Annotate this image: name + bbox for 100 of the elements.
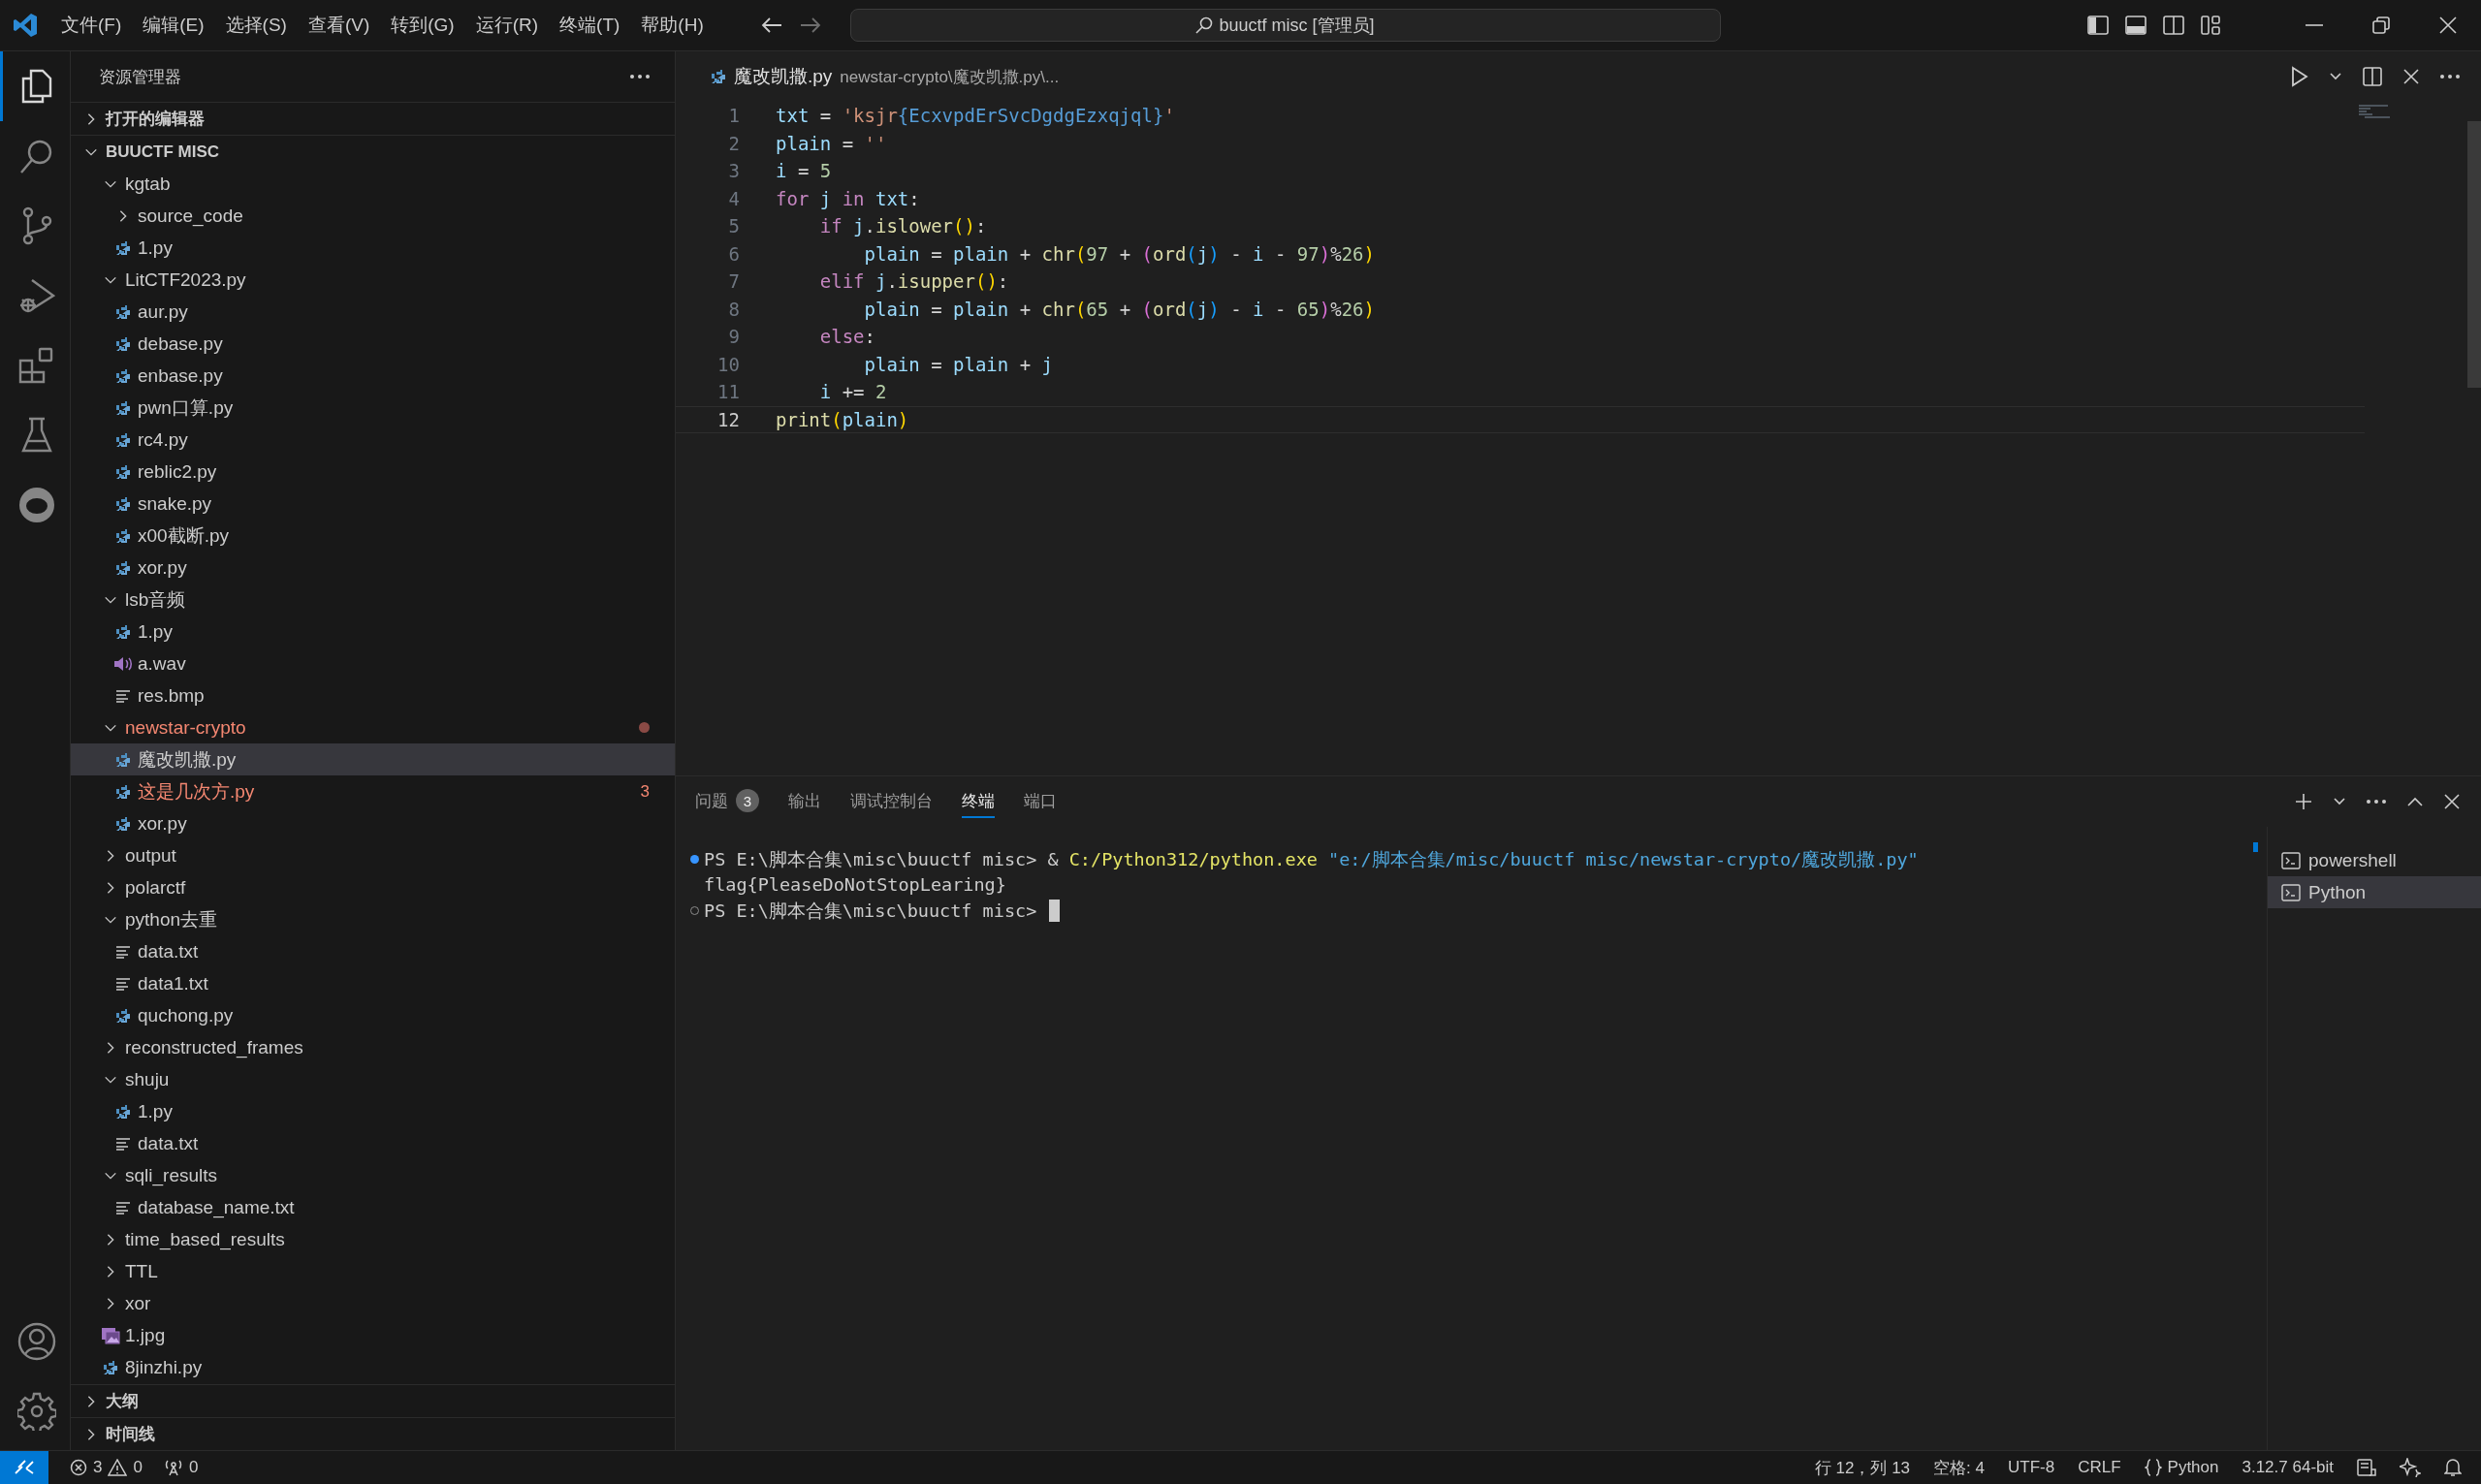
menu-item[interactable]: 运行(R) [475, 13, 539, 38]
folder-item[interactable]: time_based_results [71, 1223, 675, 1255]
menu-item[interactable]: 选择(S) [225, 13, 287, 38]
split-editor-icon[interactable] [2363, 67, 2382, 86]
file-item[interactable]: data1.txt [71, 967, 675, 999]
section-header[interactable]: 打开的编辑器 [71, 102, 675, 135]
menu-item[interactable]: 查看(V) [307, 13, 370, 38]
close-icon[interactable] [2403, 69, 2419, 84]
file-item[interactable]: xor.py [71, 552, 675, 584]
section-header[interactable]: 大纲 [71, 1384, 675, 1417]
split-layout-icon[interactable] [2163, 16, 2184, 35]
extensions-icon[interactable] [17, 347, 55, 384]
chevron-up-icon[interactable] [2407, 797, 2423, 806]
terminal-item[interactable]: Python [2268, 876, 2481, 908]
menu-item[interactable]: 文件(F) [61, 13, 122, 38]
more-icon[interactable] [2367, 800, 2386, 804]
panel-tab[interactable]: 输出 [788, 785, 821, 818]
file-item[interactable]: a.wav [71, 647, 675, 679]
file-item[interactable]: x00截断.py [71, 520, 675, 552]
file-item[interactable]: snake.py [71, 488, 675, 520]
menu-item[interactable]: 终端(T) [559, 13, 620, 38]
status-item[interactable]: 空格: 4 [1933, 1456, 1985, 1479]
panel-layout-icon[interactable] [2125, 16, 2147, 35]
status-item[interactable]: CRLF [2078, 1458, 2121, 1477]
run-debug-icon[interactable] [17, 276, 55, 315]
folder-item[interactable]: sqli_results [71, 1159, 675, 1191]
file-item[interactable]: quchong.py [71, 999, 675, 1031]
command-center-search[interactable]: buuctf misc [管理员] [849, 9, 1721, 42]
file-item[interactable]: data.txt [71, 935, 675, 967]
caret-icon[interactable] [2334, 798, 2345, 805]
back-arrow-icon[interactable] [760, 16, 782, 34]
file-item[interactable]: 8jinzhi.py [71, 1351, 675, 1383]
panel-tab[interactable]: 调试控制台 [850, 785, 933, 818]
custom-layout-icon[interactable] [2201, 16, 2220, 35]
plus-icon[interactable] [2295, 793, 2312, 810]
folder-item[interactable]: xor [71, 1287, 675, 1319]
account-icon[interactable] [16, 1322, 56, 1361]
status-item[interactable]: UTF-8 [2007, 1458, 2055, 1477]
file-path[interactable]: newstar-crypto\魔改凯撒.py\... [840, 65, 1060, 88]
folder-item[interactable]: newstar-crypto [71, 711, 675, 743]
remote-button[interactable] [0, 1451, 48, 1484]
sidebar-layout-icon[interactable] [2087, 16, 2109, 35]
file-item[interactable]: rc4.py [71, 424, 675, 456]
file-item[interactable]: aur.py [71, 296, 675, 328]
section-header[interactable]: BUUCTF MISC [71, 135, 675, 168]
forward-arrow-icon[interactable] [799, 16, 821, 34]
restore-icon[interactable] [2372, 16, 2390, 34]
close-icon[interactable] [2444, 794, 2460, 809]
status-item[interactable]: 行 12，列 13 [1814, 1456, 1911, 1479]
section-header[interactable]: 时间线 [71, 1417, 675, 1450]
file-item[interactable]: enbase.py [71, 360, 675, 392]
folder-item[interactable]: source_code [71, 200, 675, 232]
file-item[interactable]: reblic2.py [71, 456, 675, 488]
panel-tab[interactable]: 终端 [962, 785, 995, 818]
more-icon[interactable] [2440, 75, 2460, 79]
file-item[interactable]: database_name.txt [71, 1191, 675, 1223]
folder-item[interactable]: python去重 [71, 903, 675, 935]
folder-item[interactable]: LitCTF2023.py [71, 264, 675, 296]
folder-item[interactable]: output [71, 839, 675, 871]
minimize-icon[interactable] [2306, 23, 2323, 27]
file-item[interactable]: 1.py [71, 1095, 675, 1127]
folder-item[interactable]: kgtab [71, 168, 675, 200]
settings-icon[interactable] [16, 1392, 56, 1431]
menu-item[interactable]: 转到(G) [391, 13, 455, 38]
sparkle-icon[interactable] [2400, 1458, 2421, 1477]
panel-tab[interactable]: 问题 3 [695, 785, 759, 818]
ports-status[interactable]: 0 [163, 1458, 199, 1477]
folder-item[interactable]: lsb音频 [71, 584, 675, 616]
close-icon[interactable] [2439, 16, 2457, 34]
file-item[interactable]: 魔改凯撒.py [71, 743, 675, 775]
file-item[interactable]: pwn口算.py [71, 392, 675, 424]
file-item[interactable]: data.txt [71, 1127, 675, 1159]
bell-icon[interactable] [2444, 1458, 2462, 1477]
search-icon[interactable] [18, 138, 54, 174]
layout-icon[interactable] [2357, 1458, 2376, 1477]
more-icon[interactable] [630, 75, 650, 79]
file-item[interactable]: 1.jpg [71, 1319, 675, 1351]
round-logo-icon[interactable] [17, 487, 55, 523]
folder-item[interactable]: reconstructed_frames [71, 1031, 675, 1063]
file-item[interactable]: 1.py [71, 232, 675, 264]
menu-item[interactable]: 编辑(E) [143, 13, 205, 38]
file-item[interactable]: xor.py [71, 807, 675, 839]
file-item[interactable]: 这是几次方.py 3 [71, 775, 675, 807]
scrollbar[interactable] [2467, 121, 2481, 388]
editor-file-name[interactable]: 魔改凯撒.py [734, 64, 833, 89]
folder-item[interactable]: TTL [71, 1255, 675, 1287]
file-item[interactable]: debase.py [71, 328, 675, 360]
terminal-item[interactable]: powershell [2268, 844, 2481, 876]
problems-status[interactable]: 3 0 [70, 1458, 143, 1477]
folder-item[interactable]: shuju [71, 1063, 675, 1095]
file-item[interactable]: 1.py [71, 616, 675, 647]
panel-tab[interactable]: 端口 [1024, 785, 1057, 818]
file-item[interactable]: res.bmp [71, 679, 675, 711]
flask-icon[interactable] [20, 417, 52, 454]
folder-item[interactable]: polarctf [71, 871, 675, 903]
status-item[interactable]: Python [2144, 1458, 2219, 1477]
caret-icon[interactable] [2330, 73, 2341, 80]
run-icon[interactable] [2291, 66, 2308, 87]
status-item[interactable]: 3.12.7 64-bit [2242, 1458, 2334, 1477]
menu-item[interactable]: 帮助(H) [641, 13, 704, 38]
